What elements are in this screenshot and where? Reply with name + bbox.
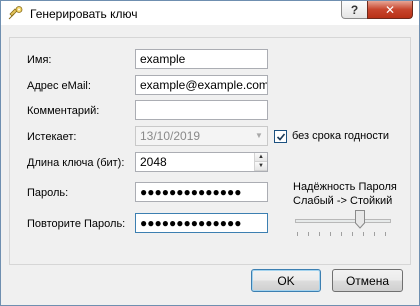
expires-date-value: 13/10/2019 — [140, 129, 201, 143]
close-button[interactable]: ✕ — [367, 1, 413, 19]
key-length-value: 2048 — [140, 155, 167, 169]
slider-tick — [352, 232, 353, 236]
strength-slider-thumb[interactable] — [355, 210, 365, 229]
repeat-password-label: Повторите Пароль: — [27, 218, 126, 230]
expires-date-select[interactable]: 13/10/2019 ▼ — [135, 126, 268, 146]
slider-tick — [308, 232, 309, 236]
password-field[interactable]: ●●●●●●●●●●●●●● — [135, 182, 268, 202]
generate-key-dialog: Генерировать ключ ? ✕ Имя: example Адрес… — [0, 0, 420, 306]
comment-field[interactable] — [135, 100, 268, 120]
comment-label: Комментарий: — [27, 105, 100, 117]
slider-tick — [385, 232, 386, 236]
slider-tick — [319, 232, 320, 236]
slider-tick — [341, 232, 342, 236]
key-length-spinner: ▲ ▼ — [254, 153, 267, 171]
email-field[interactable]: example@example.com — [135, 75, 268, 95]
chevron-down-icon: ▼ — [255, 131, 263, 140]
cancel-button[interactable]: Отмена — [332, 269, 403, 292]
slider-tick — [330, 232, 331, 236]
window-title: Генерировать ключ — [30, 7, 138, 21]
repeat-password-field[interactable]: ●●●●●●●●●●●●●● — [135, 213, 268, 233]
slider-tick — [297, 232, 298, 236]
strength-slider-track — [295, 219, 391, 223]
ok-button[interactable]: OK — [251, 269, 321, 292]
slider-tick — [363, 232, 364, 236]
strength-range-label: Слабый -> Стойкий — [293, 195, 393, 207]
spin-down-button[interactable]: ▼ — [255, 162, 267, 171]
name-field[interactable]: example — [135, 49, 268, 69]
help-button[interactable]: ? — [341, 1, 368, 19]
expires-label: Истекает: — [27, 131, 77, 143]
no-expiry-label: без срока годности — [292, 130, 390, 142]
email-label: Адрес eMail: — [27, 80, 91, 92]
strength-title: Надёжность Пароля — [293, 181, 397, 193]
name-label: Имя: — [27, 54, 52, 66]
password-label: Пароль: — [27, 187, 69, 199]
key-icon — [8, 6, 23, 20]
no-expiry-checkbox[interactable] — [274, 130, 287, 143]
key-length-label: Длина ключа (бит): — [27, 157, 125, 169]
key-length-spinbox[interactable]: 2048 ▲ ▼ — [135, 152, 268, 172]
checkmark-icon — [276, 132, 285, 141]
slider-tick — [374, 232, 375, 236]
title-bar: Генерировать ключ ? ✕ — [1, 1, 419, 25]
